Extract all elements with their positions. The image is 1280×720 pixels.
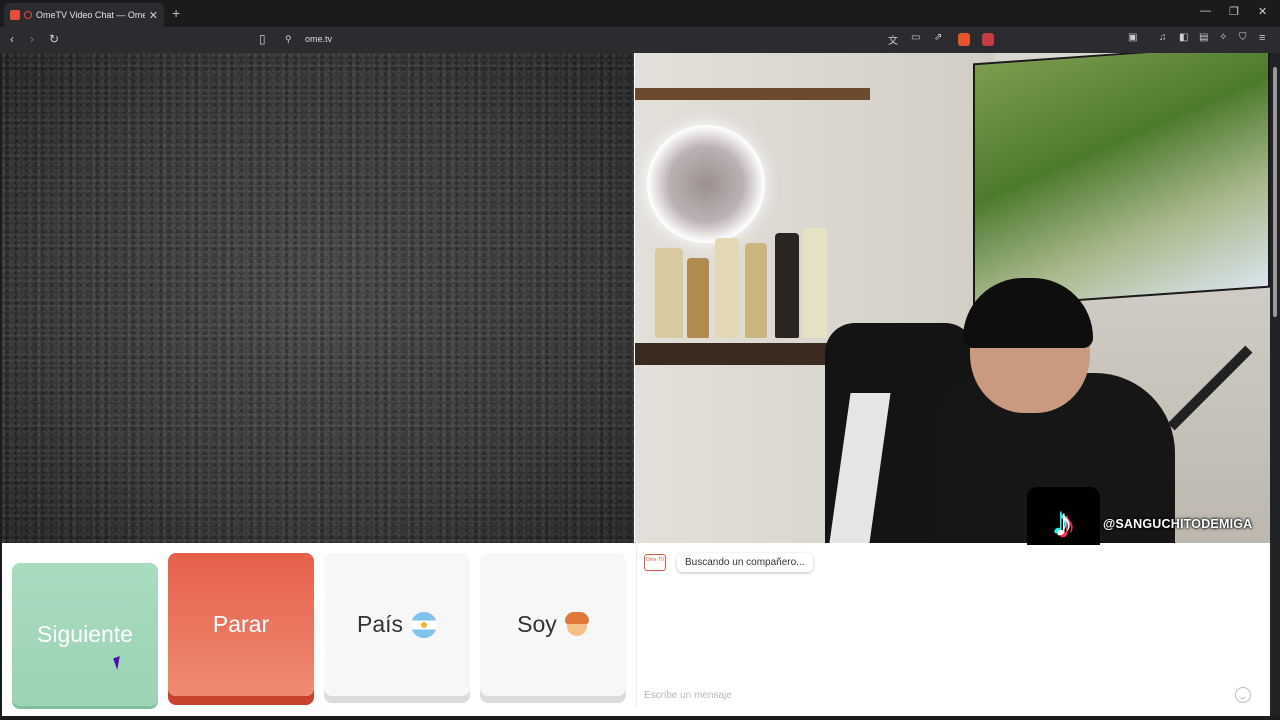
gender-selector-button[interactable]: Soy <box>480 553 626 696</box>
ometv-logo-icon: Ome TV <box>644 554 666 571</box>
new-tab-button[interactable]: + <box>172 5 180 21</box>
video-shelf <box>635 88 870 100</box>
brave-shield-icon[interactable] <box>958 33 970 46</box>
media-icon[interactable]: ♫ <box>1159 32 1167 43</box>
wallet-icon[interactable]: ▤ <box>1199 32 1208 43</box>
cast-icon[interactable]: ▭ <box>911 32 920 43</box>
maximize-button[interactable]: ❐ <box>1229 5 1239 18</box>
tab-strip: OmeTV Video Chat — Omeg ✕ + — ❐ ✕ <box>0 0 1280 27</box>
window-bottom-edge <box>0 716 1280 720</box>
stop-button[interactable]: Parar <box>168 553 314 696</box>
video-bottle <box>655 248 683 338</box>
tab-title: OmeTV Video Chat — Omeg <box>36 10 145 20</box>
minimize-button[interactable]: — <box>1200 5 1211 17</box>
video-moon-lamp <box>647 125 765 243</box>
chat-panel: Ome TV Buscando un compañero... <box>636 545 1259 708</box>
rewards-icon[interactable] <box>982 33 994 46</box>
stop-button-label: Parar <box>212 611 270 637</box>
back-icon[interactable]: ‹ <box>10 32 14 46</box>
recording-favicon-icon <box>24 11 32 19</box>
video-bottle <box>745 243 767 338</box>
site-info-icon[interactable]: ⚲ <box>285 34 292 45</box>
partner-video-static <box>2 53 634 543</box>
reload-icon[interactable]: ↻ <box>49 32 59 46</box>
message-input[interactable] <box>637 682 1259 708</box>
navigation-bar: ‹ › ↻ ▯ ⚲ ome.tv 文 ▭ ⇗ ▣ ♫ ◧ ▤ ✧ ⛉ ≡ <box>0 27 1280 53</box>
next-button-label: Siguiente <box>37 621 133 647</box>
video-bottle <box>803 228 827 338</box>
forward-icon[interactable]: › <box>30 32 34 46</box>
video-tv-screen <box>973 53 1270 309</box>
gender-button-label: Soy <box>517 611 557 637</box>
page-scrollbar[interactable] <box>1270 53 1280 716</box>
vpn-icon[interactable]: ⛉ <box>1239 32 1247 43</box>
menu-icon[interactable]: ≡ <box>1259 32 1265 44</box>
translate-icon[interactable]: 文 <box>888 32 898 47</box>
tab-close-icon[interactable]: ✕ <box>149 9 158 22</box>
country-selector-button[interactable]: País <box>324 553 470 696</box>
bookmark-icon[interactable]: ▯ <box>259 32 266 46</box>
video-bottle <box>715 238 739 338</box>
video-bottle <box>687 258 709 338</box>
argentina-flag-icon <box>411 611 438 638</box>
next-button[interactable]: Siguiente <box>12 563 158 706</box>
sidebar-icon[interactable]: ▣ <box>1128 32 1137 43</box>
share-icon[interactable]: ⇗ <box>934 32 942 43</box>
video-bottle <box>775 233 799 338</box>
scrollbar-thumb[interactable] <box>1273 67 1277 317</box>
leo-icon[interactable]: ✧ <box>1219 32 1227 43</box>
status-message: Buscando un compañero... <box>677 553 813 572</box>
split-view-icon[interactable]: ◧ <box>1179 32 1188 43</box>
video-mic-arm <box>1167 345 1253 431</box>
emoji-icon[interactable] <box>1235 687 1251 703</box>
youtube-favicon-icon <box>10 10 20 20</box>
tab-ometv[interactable]: OmeTV Video Chat — Omeg ✕ <box>4 3 164 27</box>
boy-face-icon <box>564 611 589 638</box>
own-webcam-video <box>635 53 1270 543</box>
address-bar[interactable]: ome.tv <box>305 34 332 44</box>
country-button-label: País <box>356 611 404 637</box>
close-window-button[interactable]: ✕ <box>1258 5 1267 18</box>
tiktok-handle: @SANGUCHITODEMIGA <box>1103 516 1253 531</box>
